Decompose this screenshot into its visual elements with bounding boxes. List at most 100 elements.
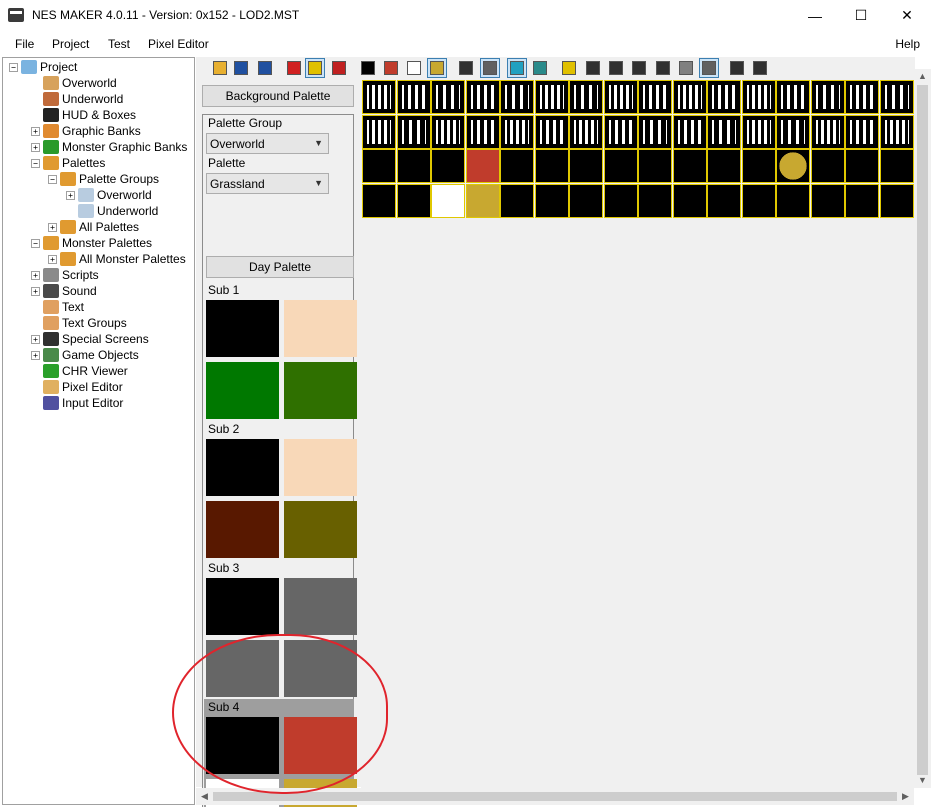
expand-icon[interactable]: +	[48, 222, 57, 232]
collapse-icon[interactable]: −	[48, 174, 57, 184]
expand-icon[interactable]: +	[31, 350, 40, 360]
chr-tile[interactable]	[638, 149, 672, 183]
chr-tile[interactable]	[603, 80, 638, 114]
horizontal-scroll-thumb[interactable]	[213, 792, 897, 801]
chr-tile[interactable]	[362, 183, 396, 218]
sub3-color-1[interactable]	[284, 578, 357, 635]
chr-tile[interactable]	[534, 80, 569, 114]
scroll-left-icon[interactable]: ◀	[201, 791, 208, 802]
chr-tile[interactable]	[396, 183, 431, 218]
chr-tile[interactable]	[638, 183, 672, 218]
chr-tile[interactable]	[845, 80, 879, 114]
vertical-scroll-thumb[interactable]	[917, 85, 928, 775]
chr-tile[interactable]	[431, 80, 465, 114]
no-color-icon[interactable]	[330, 59, 348, 77]
sub1-color-3[interactable]	[284, 362, 357, 419]
chr-tile[interactable]	[362, 149, 396, 183]
tree-item[interactable]: Text Groups	[31, 315, 127, 331]
menu-pixel-editor[interactable]: Pixel Editor	[148, 37, 209, 51]
tree-item[interactable]: Underworld	[31, 91, 123, 107]
tree-item[interactable]: + Graphic Banks	[31, 123, 141, 139]
grid-icon[interactable]	[457, 59, 475, 77]
color-gold-icon[interactable]	[427, 58, 447, 78]
chr-tile[interactable]	[845, 114, 879, 149]
chr-tile[interactable]	[362, 80, 396, 114]
tree-item[interactable]: Overworld	[31, 75, 117, 91]
chr-tile[interactable]	[707, 183, 741, 218]
chr-tile[interactable]	[465, 149, 500, 183]
sub4-color-0[interactable]	[206, 717, 279, 774]
tree-item[interactable]: − Palette Groups	[48, 171, 159, 187]
chr-tile-grid[interactable]	[361, 79, 914, 788]
sub3-color-3[interactable]	[284, 640, 357, 697]
chr-tile[interactable]	[534, 183, 569, 218]
menu-file[interactable]: File	[15, 37, 34, 51]
open-folder-icon[interactable]	[211, 59, 229, 77]
sub3-color-0[interactable]	[206, 578, 279, 635]
chr-tile[interactable]	[879, 114, 914, 149]
chr-tile[interactable]	[810, 183, 845, 218]
chr-tile[interactable]	[500, 183, 534, 218]
line-icon[interactable]	[654, 59, 672, 77]
chr-tile[interactable]	[396, 149, 431, 183]
chr-tile[interactable]	[776, 80, 810, 114]
tree-item[interactable]: + Sound	[31, 283, 97, 299]
chr-tile[interactable]	[672, 80, 707, 114]
menu-test[interactable]: Test	[108, 37, 130, 51]
sub2-color-2[interactable]	[206, 501, 279, 558]
chr-tile[interactable]	[776, 114, 810, 149]
rgb-palette-icon[interactable]	[285, 59, 303, 77]
expand-icon[interactable]: +	[31, 270, 40, 280]
chr-tile[interactable]	[569, 114, 603, 149]
menu-project[interactable]: Project	[52, 37, 89, 51]
tree-item[interactable]: − Project	[9, 59, 77, 75]
zoom-in-icon[interactable]	[728, 59, 746, 77]
day-palette-button[interactable]: Day Palette	[206, 256, 354, 278]
tile-number-icon[interactable]	[507, 58, 527, 78]
chr-tile[interactable]	[741, 149, 776, 183]
save-as-icon[interactable]	[256, 59, 274, 77]
palette-select[interactable]: Grassland ▼	[206, 173, 329, 194]
chr-tile[interactable]	[672, 183, 707, 218]
color-black-icon[interactable]	[359, 59, 377, 77]
chr-tile[interactable]	[534, 149, 569, 183]
chr-tile[interactable]	[672, 149, 707, 183]
scroll-up-icon[interactable]: ▲	[918, 71, 927, 81]
chr-tile[interactable]	[431, 149, 465, 183]
scroll-right-icon[interactable]: ▶	[902, 791, 909, 802]
chr-tile[interactable]	[500, 80, 534, 114]
chr-tile[interactable]	[879, 149, 914, 183]
chr-tile[interactable]	[431, 183, 465, 218]
tile-grid-icon[interactable]	[531, 59, 549, 77]
chr-tile[interactable]	[638, 114, 672, 149]
fill-rect-icon[interactable]	[630, 59, 648, 77]
tree-item[interactable]: + Scripts	[31, 267, 99, 283]
chr-tile[interactable]	[879, 183, 914, 218]
project-tree[interactable]: − Project Overworld Underworld HUD & Boxes + G…	[2, 57, 195, 805]
collapse-icon[interactable]: −	[31, 158, 40, 168]
chr-tile[interactable]	[362, 114, 396, 149]
chr-tile[interactable]	[431, 114, 465, 149]
tree-item[interactable]: + Game Objects	[31, 347, 139, 363]
tree-item[interactable]: − Monster Palettes	[31, 235, 152, 251]
collapse-icon[interactable]: −	[9, 62, 18, 72]
tree-item[interactable]: Underworld	[66, 203, 158, 219]
zoom-out-icon[interactable]	[751, 59, 769, 77]
chr-tile[interactable]	[603, 183, 638, 218]
chr-tile[interactable]	[638, 80, 672, 114]
tree-item[interactable]: + Monster Graphic Banks	[31, 139, 187, 155]
chr-tile[interactable]	[776, 183, 810, 218]
tree-item[interactable]: HUD & Boxes	[31, 107, 136, 123]
chr-tile[interactable]	[569, 149, 603, 183]
rectangle-icon[interactable]	[607, 59, 625, 77]
expand-icon[interactable]: +	[66, 190, 75, 200]
close-button[interactable]: ✕	[884, 0, 930, 31]
sub4-color-1[interactable]	[284, 717, 357, 774]
expand-icon[interactable]: +	[31, 142, 40, 152]
chr-tile[interactable]	[741, 183, 776, 218]
pattern-icon[interactable]	[677, 59, 695, 77]
chr-tile[interactable]	[465, 114, 500, 149]
chr-tile[interactable]	[603, 149, 638, 183]
tree-item[interactable]: + Special Screens	[31, 331, 149, 347]
collapse-icon[interactable]: −	[31, 238, 40, 248]
